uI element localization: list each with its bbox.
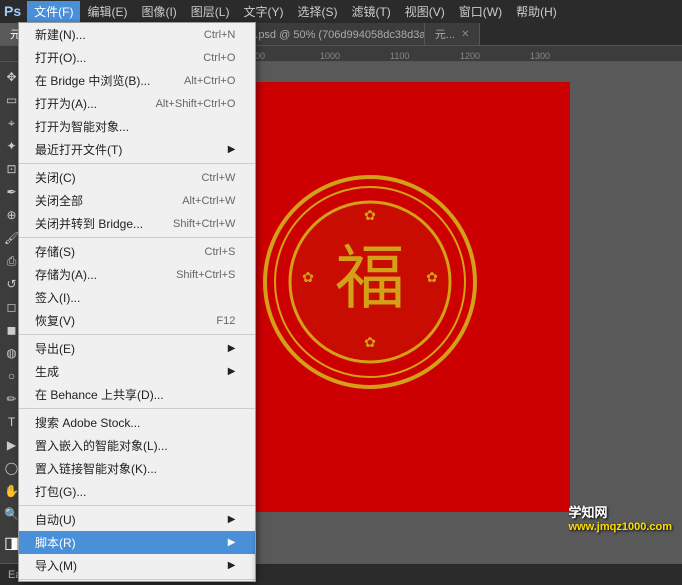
scripts-submenu: 图像处理器... 删除所有空图层 拼合所有蒙版 拼合所有图层效果 脚本事件管理器… bbox=[255, 529, 256, 582]
menu-item-place-embed[interactable]: 置入嵌入的智能对象(L)... bbox=[19, 434, 255, 457]
menu-item-open-smart[interactable]: 打开为智能对象... bbox=[19, 115, 255, 138]
menu-text[interactable]: 文字(Y) bbox=[236, 1, 290, 22]
menu-item-export[interactable]: 导出(E) ▶ bbox=[19, 337, 255, 360]
separator-3 bbox=[19, 334, 255, 335]
ps-logo: Ps bbox=[4, 3, 21, 19]
menu-layer[interactable]: 图层(L) bbox=[184, 1, 237, 22]
menu-item-save[interactable]: 存储(S) Ctrl+S bbox=[19, 240, 255, 263]
menu-view[interactable]: 视图(V) bbox=[398, 1, 452, 22]
tab-2-label: 元... bbox=[435, 26, 455, 42]
svg-text:✿: ✿ bbox=[364, 334, 376, 350]
menu-item-close-all[interactable]: 关闭全部 Alt+Ctrl+W bbox=[19, 189, 255, 212]
separator-1 bbox=[19, 163, 255, 164]
svg-text:福: 福 bbox=[335, 241, 405, 318]
menu-item-place-link[interactable]: 置入链接智能对象(K)... bbox=[19, 457, 255, 480]
file-dropdown-menu: 新建(N)... Ctrl+N 打开(O)... Ctrl+O 在 Bridge… bbox=[18, 22, 256, 582]
watermark-site: 学知网 bbox=[568, 502, 672, 521]
menu-item-close-bridge[interactable]: 关闭并转到 Bridge... Shift+Ctrl+W bbox=[19, 212, 255, 235]
menu-bar: Ps 文件(F) 编辑(E) 图像(I) 图层(L) 文字(Y) 选择(S) 滤… bbox=[0, 0, 682, 22]
menu-edit[interactable]: 编辑(E) bbox=[80, 1, 134, 22]
menu-item-automate[interactable]: 自动(U) ▶ bbox=[19, 508, 255, 531]
separator-5 bbox=[19, 505, 255, 506]
menu-item-recent[interactable]: 最近打开文件(T) ▶ bbox=[19, 138, 255, 161]
separator-2 bbox=[19, 237, 255, 238]
menu-item-open-as[interactable]: 打开为(A)... Alt+Shift+Ctrl+O bbox=[19, 92, 255, 115]
menu-file[interactable]: 文件(F) bbox=[27, 1, 80, 22]
separator-6 bbox=[19, 579, 255, 580]
menu-help[interactable]: 帮助(H) bbox=[509, 1, 564, 22]
menu-window[interactable]: 窗口(W) bbox=[452, 1, 509, 22]
menu-item-checkin[interactable]: 签入(I)... bbox=[19, 286, 255, 309]
menu-item-generate[interactable]: 生成 ▶ bbox=[19, 360, 255, 383]
menu-item-scripts[interactable]: 脚本(R) ▶ 图像处理器... 删除所有空图层 拼合所有蒙版 拼合所有图层效果… bbox=[19, 531, 255, 554]
menu-filter[interactable]: 滤镜(T) bbox=[344, 1, 397, 22]
menu-item-save-as[interactable]: 存储为(A)... Shift+Ctrl+S bbox=[19, 263, 255, 286]
watermark-url: www.jmqz1000.com bbox=[568, 521, 672, 533]
menu-item-adobe-stock[interactable]: 搜索 Adobe Stock... bbox=[19, 411, 255, 434]
menu-item-open[interactable]: 打开(O)... Ctrl+O bbox=[19, 46, 255, 69]
watermark: 学知网 www.jmqz1000.com bbox=[568, 502, 672, 533]
menu-item-package[interactable]: 打包(G)... bbox=[19, 480, 255, 503]
menu-select[interactable]: 选择(S) bbox=[290, 1, 344, 22]
menu-item-import[interactable]: 导入(M) ▶ bbox=[19, 554, 255, 577]
tab-2-close[interactable]: ✕ bbox=[461, 29, 469, 40]
menu-item-new[interactable]: 新建(N)... Ctrl+N bbox=[19, 23, 255, 46]
menu-item-behance[interactable]: 在 Behance 上共享(D)... bbox=[19, 383, 255, 406]
menu-image[interactable]: 图像(I) bbox=[134, 1, 183, 22]
menu-item-close[interactable]: 关闭(C) Ctrl+W bbox=[19, 166, 255, 189]
svg-text:✿: ✿ bbox=[364, 207, 376, 223]
gold-decoration-svg: 福 ✿ ✿ ✿ ✿ bbox=[260, 172, 480, 392]
svg-text:✿: ✿ bbox=[426, 269, 438, 285]
menu-item-bridge[interactable]: 在 Bridge 中浏览(B)... Alt+Ctrl+O bbox=[19, 69, 255, 92]
svg-text:✿: ✿ bbox=[302, 269, 314, 285]
tab-2[interactable]: 元... ✕ bbox=[425, 23, 481, 45]
separator-4 bbox=[19, 408, 255, 409]
menu-item-revert[interactable]: 恢复(V) F12 bbox=[19, 309, 255, 332]
